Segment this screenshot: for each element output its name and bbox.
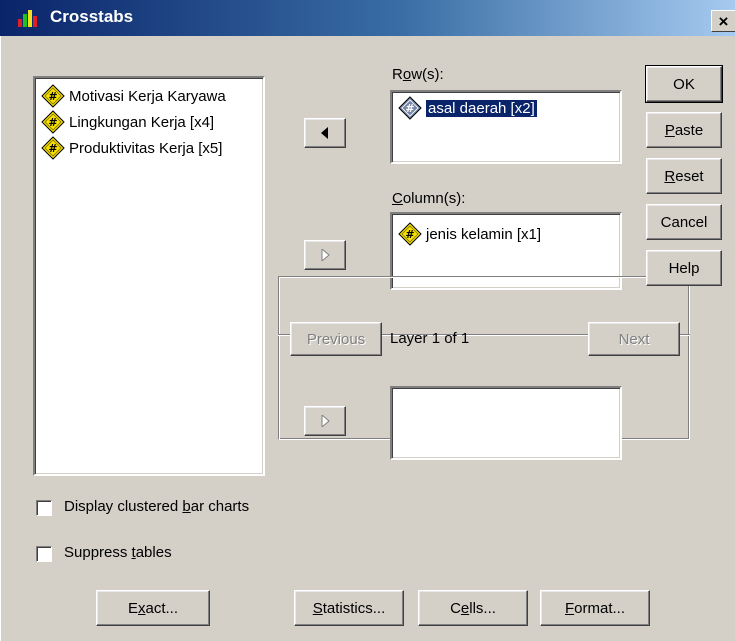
help-button[interactable]: Help [646, 250, 722, 286]
move-to-rows-button[interactable] [304, 118, 346, 148]
source-variable-list[interactable]: # Motivasi Kerja Karyawa # Lingkungan Ke… [33, 76, 265, 476]
paste-button[interactable]: Paste [646, 112, 722, 148]
scale-variable-icon: # [41, 110, 65, 134]
cancel-button[interactable]: Cancel [646, 204, 722, 240]
scale-variable-icon: # [41, 84, 65, 108]
previous-layer-button[interactable]: Previous [290, 322, 382, 356]
svg-text:#: # [405, 102, 414, 115]
close-button[interactable]: × [711, 10, 735, 32]
rows-label: Row(s): [392, 66, 444, 83]
cells-button[interactable]: Ce lls... [418, 590, 528, 626]
rows-list[interactable]: # asal daerah [x2] [390, 90, 622, 164]
suppress-tables-label: Suppress tables [64, 544, 172, 561]
list-item[interactable]: # Produktivitas Kerja [x5] [41, 136, 222, 160]
columns-label: Column(s): [392, 190, 466, 207]
variable-label: Motivasi Kerja Karyawa [69, 87, 226, 105]
nominal-variable-icon: # [398, 96, 422, 120]
arrow-right-icon [321, 249, 330, 261]
arrow-left-icon [321, 127, 328, 139]
exact-button[interactable]: Ex act... [96, 590, 210, 626]
clustered-bar-label: Display clustered bar charts [64, 498, 250, 515]
statistics-button[interactable]: Statistics... [294, 590, 404, 626]
list-item[interactable]: # asal daerah [x2] [398, 96, 538, 120]
svg-text:#: # [48, 116, 57, 129]
suppress-tables-checkbox[interactable] [36, 546, 52, 562]
variable-label: Produktivitas Kerja [x5] [69, 139, 223, 157]
svg-text:#: # [48, 90, 57, 103]
svg-text:#: # [48, 142, 57, 155]
variable-label: jenis kelamin [x1] [426, 225, 542, 243]
layer-list[interactable] [390, 386, 622, 460]
variable-label: asal daerah [x2] [425, 98, 538, 118]
title-bar[interactable]: Crosstabs × [0, 0, 735, 36]
list-item[interactable]: # Motivasi Kerja Karyawa [41, 84, 226, 108]
ok-button[interactable]: OK [645, 65, 723, 103]
scale-variable-icon: # [41, 136, 65, 160]
layer-status: Layer 1 of 1 [390, 330, 470, 347]
list-item[interactable]: # jenis kelamin [x1] [398, 222, 541, 246]
spss-app-icon [18, 10, 37, 27]
variable-label: Lingkungan Kerja [x4] [69, 113, 215, 131]
list-item[interactable]: # Lingkungan Kerja [x4] [41, 110, 214, 134]
scale-variable-icon: # [398, 222, 422, 246]
format-button[interactable]: Format... [540, 590, 650, 626]
svg-text:#: # [405, 228, 414, 241]
reset-button[interactable]: Reset [646, 158, 722, 194]
move-to-columns-button[interactable] [304, 240, 346, 270]
next-layer-button[interactable]: Next [588, 322, 680, 356]
clustered-bar-checkbox[interactable] [36, 500, 52, 516]
window-title: Crosstabs [50, 7, 134, 26]
